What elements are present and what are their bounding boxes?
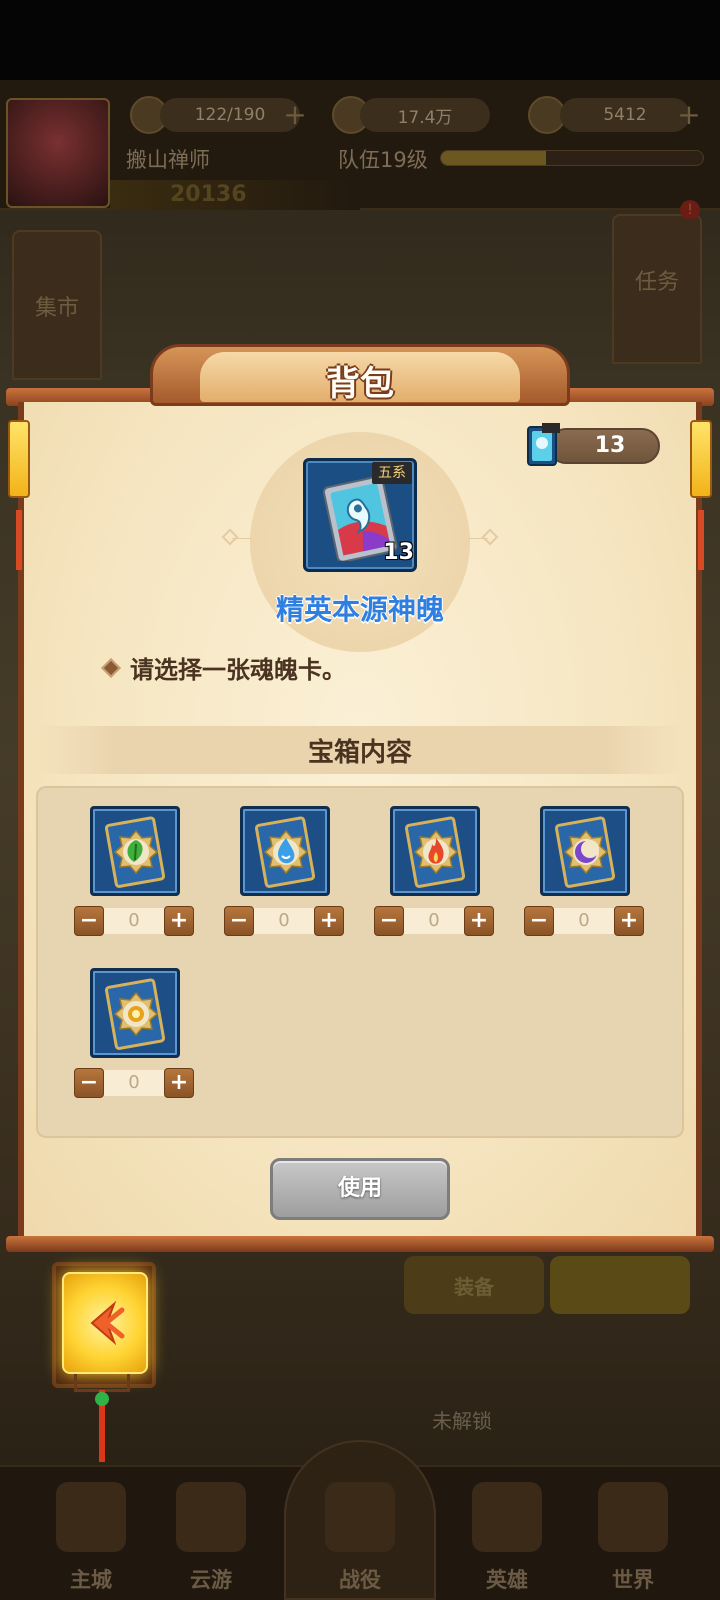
decrease-button[interactable]: − <box>224 906 254 936</box>
soul-card-dark[interactable] <box>540 806 630 896</box>
scroll-ribbon-right <box>698 510 704 570</box>
yin-yang-icon <box>176 1482 246 1552</box>
back-arrow-icon <box>90 1300 125 1346</box>
card-frame-icon <box>254 816 316 888</box>
quantity-value[interactable]: 0 <box>404 908 464 934</box>
nav-travel: 云游 <box>156 1470 266 1600</box>
featured-item-name: 精英本源神魄 <box>275 593 444 626</box>
increase-button[interactable]: + <box>614 906 644 936</box>
nav-world-label: 世界 <box>612 1568 654 1592</box>
quantity-value[interactable]: 0 <box>554 908 614 934</box>
mountain-icon <box>598 1482 668 1552</box>
nav-battle: 战役 <box>305 1470 415 1600</box>
player-avatar <box>6 98 110 208</box>
quantity-value[interactable]: 0 <box>104 1070 164 1096</box>
owned-count: 13 <box>548 428 660 464</box>
instruction: 请选择一张魂魄卡。 <box>101 650 346 685</box>
decrease-button[interactable]: − <box>524 906 554 936</box>
quest-button: 任务 <box>612 214 702 364</box>
scroll-end-left <box>8 420 30 498</box>
hero-icon <box>472 1482 542 1552</box>
soul-card-water[interactable] <box>240 806 330 896</box>
quantity-stepper: −0 + <box>524 906 644 936</box>
nav-main-city: 主城 <box>36 1470 146 1600</box>
market-label: 集市 <box>34 296 79 321</box>
nav-heroes: 英雄 <box>452 1470 562 1600</box>
soul-card-mini-icon <box>527 423 560 466</box>
status-bar <box>0 0 720 80</box>
soul-card-choice-fire: −0 + <box>374 806 494 956</box>
soul-card-choice-dark: −0 + <box>524 806 644 956</box>
card-frame-icon <box>404 816 466 888</box>
quantity-value[interactable]: 0 <box>104 908 164 934</box>
use-button[interactable]: 使用 <box>270 1158 450 1220</box>
scroll-ribbon-left <box>16 510 22 570</box>
soul-card-fire[interactable] <box>390 806 480 896</box>
chest-contents-title: 宝箱内容 <box>307 738 412 768</box>
back-button[interactable] <box>62 1272 148 1374</box>
instruction-text: 请选择一张魂魄卡。 <box>130 656 346 684</box>
nav-main-city-label: 主城 <box>70 1568 112 1592</box>
sun-icon <box>128 1006 144 1022</box>
increase-button[interactable]: + <box>464 906 494 936</box>
player-name: 搬山禅师 <box>126 148 210 172</box>
combat-power: 20136 <box>110 180 360 210</box>
market-button: 集市 <box>12 230 102 380</box>
card-frame-icon <box>104 816 166 888</box>
featured-item-count: 13 <box>383 540 414 565</box>
quantity-stepper: −0 + <box>74 906 194 936</box>
equip-tab: 装备 <box>404 1256 544 1314</box>
decrease-button[interactable]: − <box>374 906 404 936</box>
quest-label: 任务 <box>634 270 679 295</box>
quantity-value[interactable]: 0 <box>254 908 314 934</box>
increase-button[interactable]: + <box>164 906 194 936</box>
gem-value: 5412 <box>560 98 690 132</box>
team-level: 队伍19级 <box>338 148 428 172</box>
palace-icon <box>56 1482 126 1552</box>
soul-card-choice-light: −0 + <box>74 968 194 1118</box>
increase-button[interactable]: + <box>164 1068 194 1098</box>
soul-card-choice-wood: −0 + <box>74 806 194 956</box>
quest-alert-badge: ! <box>680 200 700 220</box>
increase-button[interactable]: + <box>314 906 344 936</box>
scroll-rod-bottom <box>6 1236 714 1252</box>
soul-card-light[interactable] <box>90 968 180 1058</box>
quantity-stepper: −0 + <box>374 906 494 936</box>
immortal-tab <box>550 1256 690 1314</box>
add-stamina-icon: + <box>283 98 307 131</box>
decrease-button[interactable]: − <box>74 906 104 936</box>
card-frame-icon <box>104 978 166 1050</box>
nav-battle-label: 战役 <box>339 1568 381 1592</box>
scroll-end-right <box>690 420 712 498</box>
lantern-bead <box>95 1392 109 1406</box>
team-progress-bar <box>440 150 704 166</box>
card-frame-icon <box>554 816 616 888</box>
locked-label: 未解锁 <box>432 1409 492 1433</box>
team-progress-fill <box>441 151 546 165</box>
nav-heroes-label: 英雄 <box>486 1568 528 1592</box>
dialog-title: 背包 <box>326 364 394 404</box>
soul-card-choice-water: −0 + <box>224 806 344 956</box>
decrease-button[interactable]: − <box>74 1068 104 1098</box>
element-tag: 五系 <box>372 462 412 484</box>
quantity-stepper: −0 + <box>224 906 344 936</box>
coin-value: 17.4万 <box>360 98 490 132</box>
soul-card-wood[interactable] <box>90 806 180 896</box>
bullet-diamond-icon <box>101 657 121 678</box>
add-gem-icon: + <box>677 98 701 131</box>
nav-travel-label: 云游 <box>190 1568 232 1592</box>
crossed-swords-icon <box>325 1482 395 1552</box>
stamina-value: 122/190 <box>160 98 300 132</box>
quantity-stepper: −0 + <box>74 1068 194 1098</box>
nav-world: 世界 <box>578 1470 688 1600</box>
